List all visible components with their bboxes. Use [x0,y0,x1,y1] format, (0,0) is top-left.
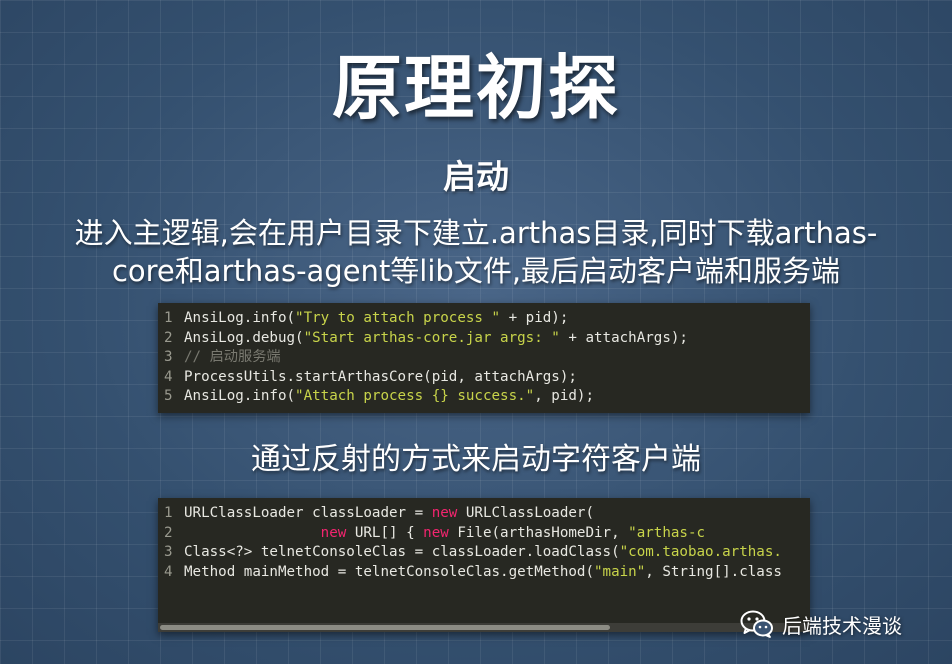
slide-subtitle: 启动 [443,157,509,196]
code-token: + attachArgs); [559,329,688,346]
code-line: 5 AnsiLog.info("Attach process {} success… [158,387,810,407]
line-number: 5 [164,388,173,404]
watermark: 后端技术漫谈 [740,610,902,638]
code-token: AnsiLog.debug( [184,329,304,346]
line-number: 3 [164,544,173,560]
section-heading: 通过反射的方式来启动字符客户端 [251,442,701,477]
slide-description: 进入主逻辑,会在用户目录下建立.arthas目录,同时下载arthas- cor… [40,214,912,290]
code-line: 3 // 启动服务端 [158,348,810,368]
code-line: 4 Method mainMethod = telnetConsoleClas.g… [158,563,810,583]
code-block-attach: 1 AnsiLog.info("Try to attach process " +… [158,303,810,413]
code-token: URLClassLoader classLoader = [184,505,432,521]
code-token: new [423,524,449,541]
line-number: 3 [164,349,173,365]
code-token: Method mainMethod = telnetConsoleClas.ge… [184,563,594,580]
line-number: 1 [164,505,173,521]
code-horizontal-scrollbar[interactable] [158,623,810,632]
code-token: // 启动服务端 [184,349,281,365]
watermark-label: 后端技术漫谈 [782,613,902,638]
code-token: new [431,505,458,521]
scrollbar-thumb[interactable] [160,625,610,630]
line-number: 2 [164,329,173,346]
code-token: File(arthasHomeDir, [448,524,629,541]
code-token: new [184,524,347,541]
code-token: "com.taobao.arthas. [619,544,782,560]
code-token: , String[].class [645,563,782,580]
wechat-icon [740,610,773,638]
code-token: Class<?> telnetConsoleClas = classLoader… [184,544,620,560]
code-line: 2 AnsiLog.debug("Start arthas-core.jar ar… [158,329,810,349]
code-line: 2 new URL[] { new File(arthasHomeDir, "a… [158,524,810,544]
code-token: "arthas-c [628,524,706,541]
code-token: "main" [594,563,646,580]
line-number: 4 [164,368,173,385]
line-number: 1 [164,310,173,326]
description-line-2: core和arthas-agent等lib文件,最后启动客户端和服务端 [111,254,841,288]
line-number: 2 [164,524,173,541]
code-token: ProcessUtils.startArthasCore(pid, attach… [184,368,577,385]
code-token: "Try to attach process " [295,310,501,326]
code-token: URLClassLoader( [457,505,595,521]
code-token: AnsiLog.info( [184,310,296,326]
code-line: 4 ProcessUtils.startArthasCore(pid, attac… [158,368,810,388]
code-token: URL[] { [346,524,424,541]
code-token: + pid); [500,310,569,326]
code-token: "Start arthas-core.jar args: " [303,329,560,346]
code-token: AnsiLog.info( [184,388,296,404]
code-block-reflection: 1 URLClassLoader classLoader = new URLCla… [158,498,810,632]
slide-title: 原理初探 [332,47,620,129]
code-line: 1 URLClassLoader classLoader = new URLCla… [158,504,810,524]
line-number: 4 [164,563,173,580]
code-token: , pid); [534,388,595,404]
code-line: 1 AnsiLog.info("Try to attach process " +… [158,309,810,329]
description-line-1: 进入主逻辑,会在用户目录下建立.arthas目录,同时下载arthas- [74,216,878,250]
code-token: "Attach process {} success." [295,388,535,404]
code-line: 3 Class<?> telnetConsoleClas = classLoade… [158,543,810,563]
